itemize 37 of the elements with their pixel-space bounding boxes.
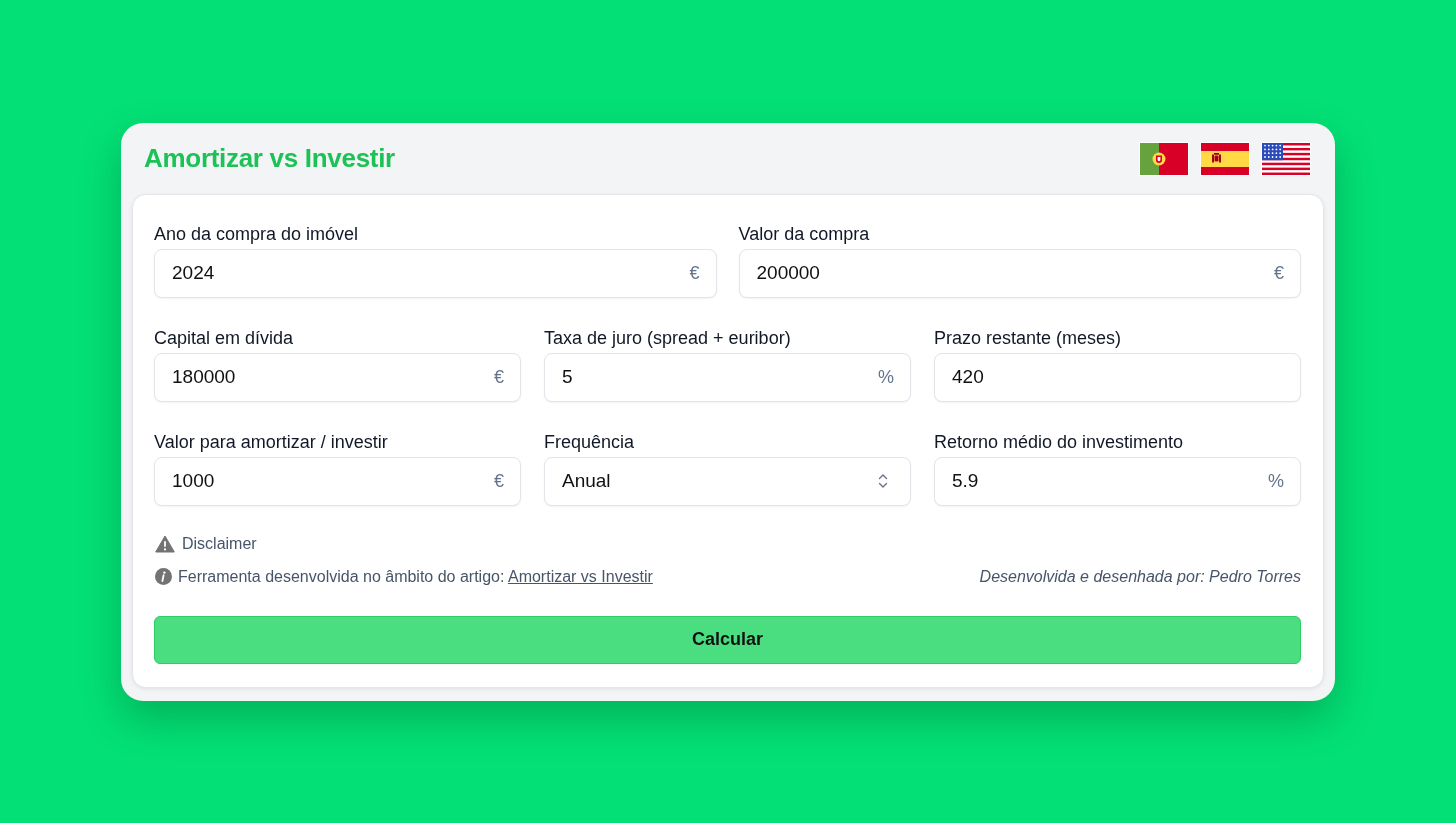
field-label: Prazo restante (meses) [934, 326, 1122, 349]
unit-suffix: € [494, 470, 504, 492]
credit-text: Desenvolvida e desenhada por: Pedro Torres [979, 566, 1301, 587]
field-label: Valor da compra [738, 222, 870, 245]
input-field[interactable]: 180000 € [154, 352, 521, 402]
language-button[interactable] [1139, 141, 1189, 176]
unit-suffix: % [1268, 470, 1284, 492]
spain-flag-icon [1200, 141, 1250, 176]
field-label: Frequência [544, 430, 635, 453]
language-button[interactable] [1200, 141, 1250, 176]
input-field[interactable]: 420 [934, 352, 1301, 402]
us-flag-icon [1261, 141, 1311, 176]
unit-suffix: % [878, 366, 894, 388]
field-label: Taxa de juro (spread + euribor) [544, 326, 791, 349]
portugal-flag-icon [1139, 141, 1189, 176]
warning-icon [155, 534, 175, 553]
field-label: Ano da compra do imóvel [154, 222, 359, 245]
article-link[interactable]: Amortizar vs Investir [507, 567, 653, 585]
input-field[interactable]: 2024 € [154, 248, 717, 298]
field-label: Valor para amortizar / investir [154, 430, 388, 453]
input-field[interactable]: 5.9 % [934, 456, 1301, 506]
chevron-updown-icon [878, 473, 888, 489]
info-text: Ferramenta desenvolvida no âmbito do artigo: Amortizar vs Investir [178, 566, 653, 587]
field-label: Capital em dívida [154, 326, 294, 349]
field-label: Retorno médio do investimento [934, 430, 1184, 453]
select-field[interactable]: Anual [544, 456, 911, 506]
unit-suffix: € [494, 366, 504, 388]
unit-suffix: € [689, 262, 700, 284]
input-field[interactable]: 1000 € [154, 456, 521, 506]
info-icon [155, 568, 172, 585]
unit-suffix: € [1274, 262, 1284, 284]
app-title: Amortizar vs Investir [144, 143, 395, 174]
calculate-button[interactable]: Calcular [154, 615, 1301, 664]
disclaimer-toggle[interactable]: Disclaimer [155, 532, 257, 555]
input-field[interactable]: 5 % [544, 352, 911, 402]
language-button[interactable] [1261, 141, 1311, 176]
input-field[interactable]: 200000 € [738, 248, 1301, 298]
